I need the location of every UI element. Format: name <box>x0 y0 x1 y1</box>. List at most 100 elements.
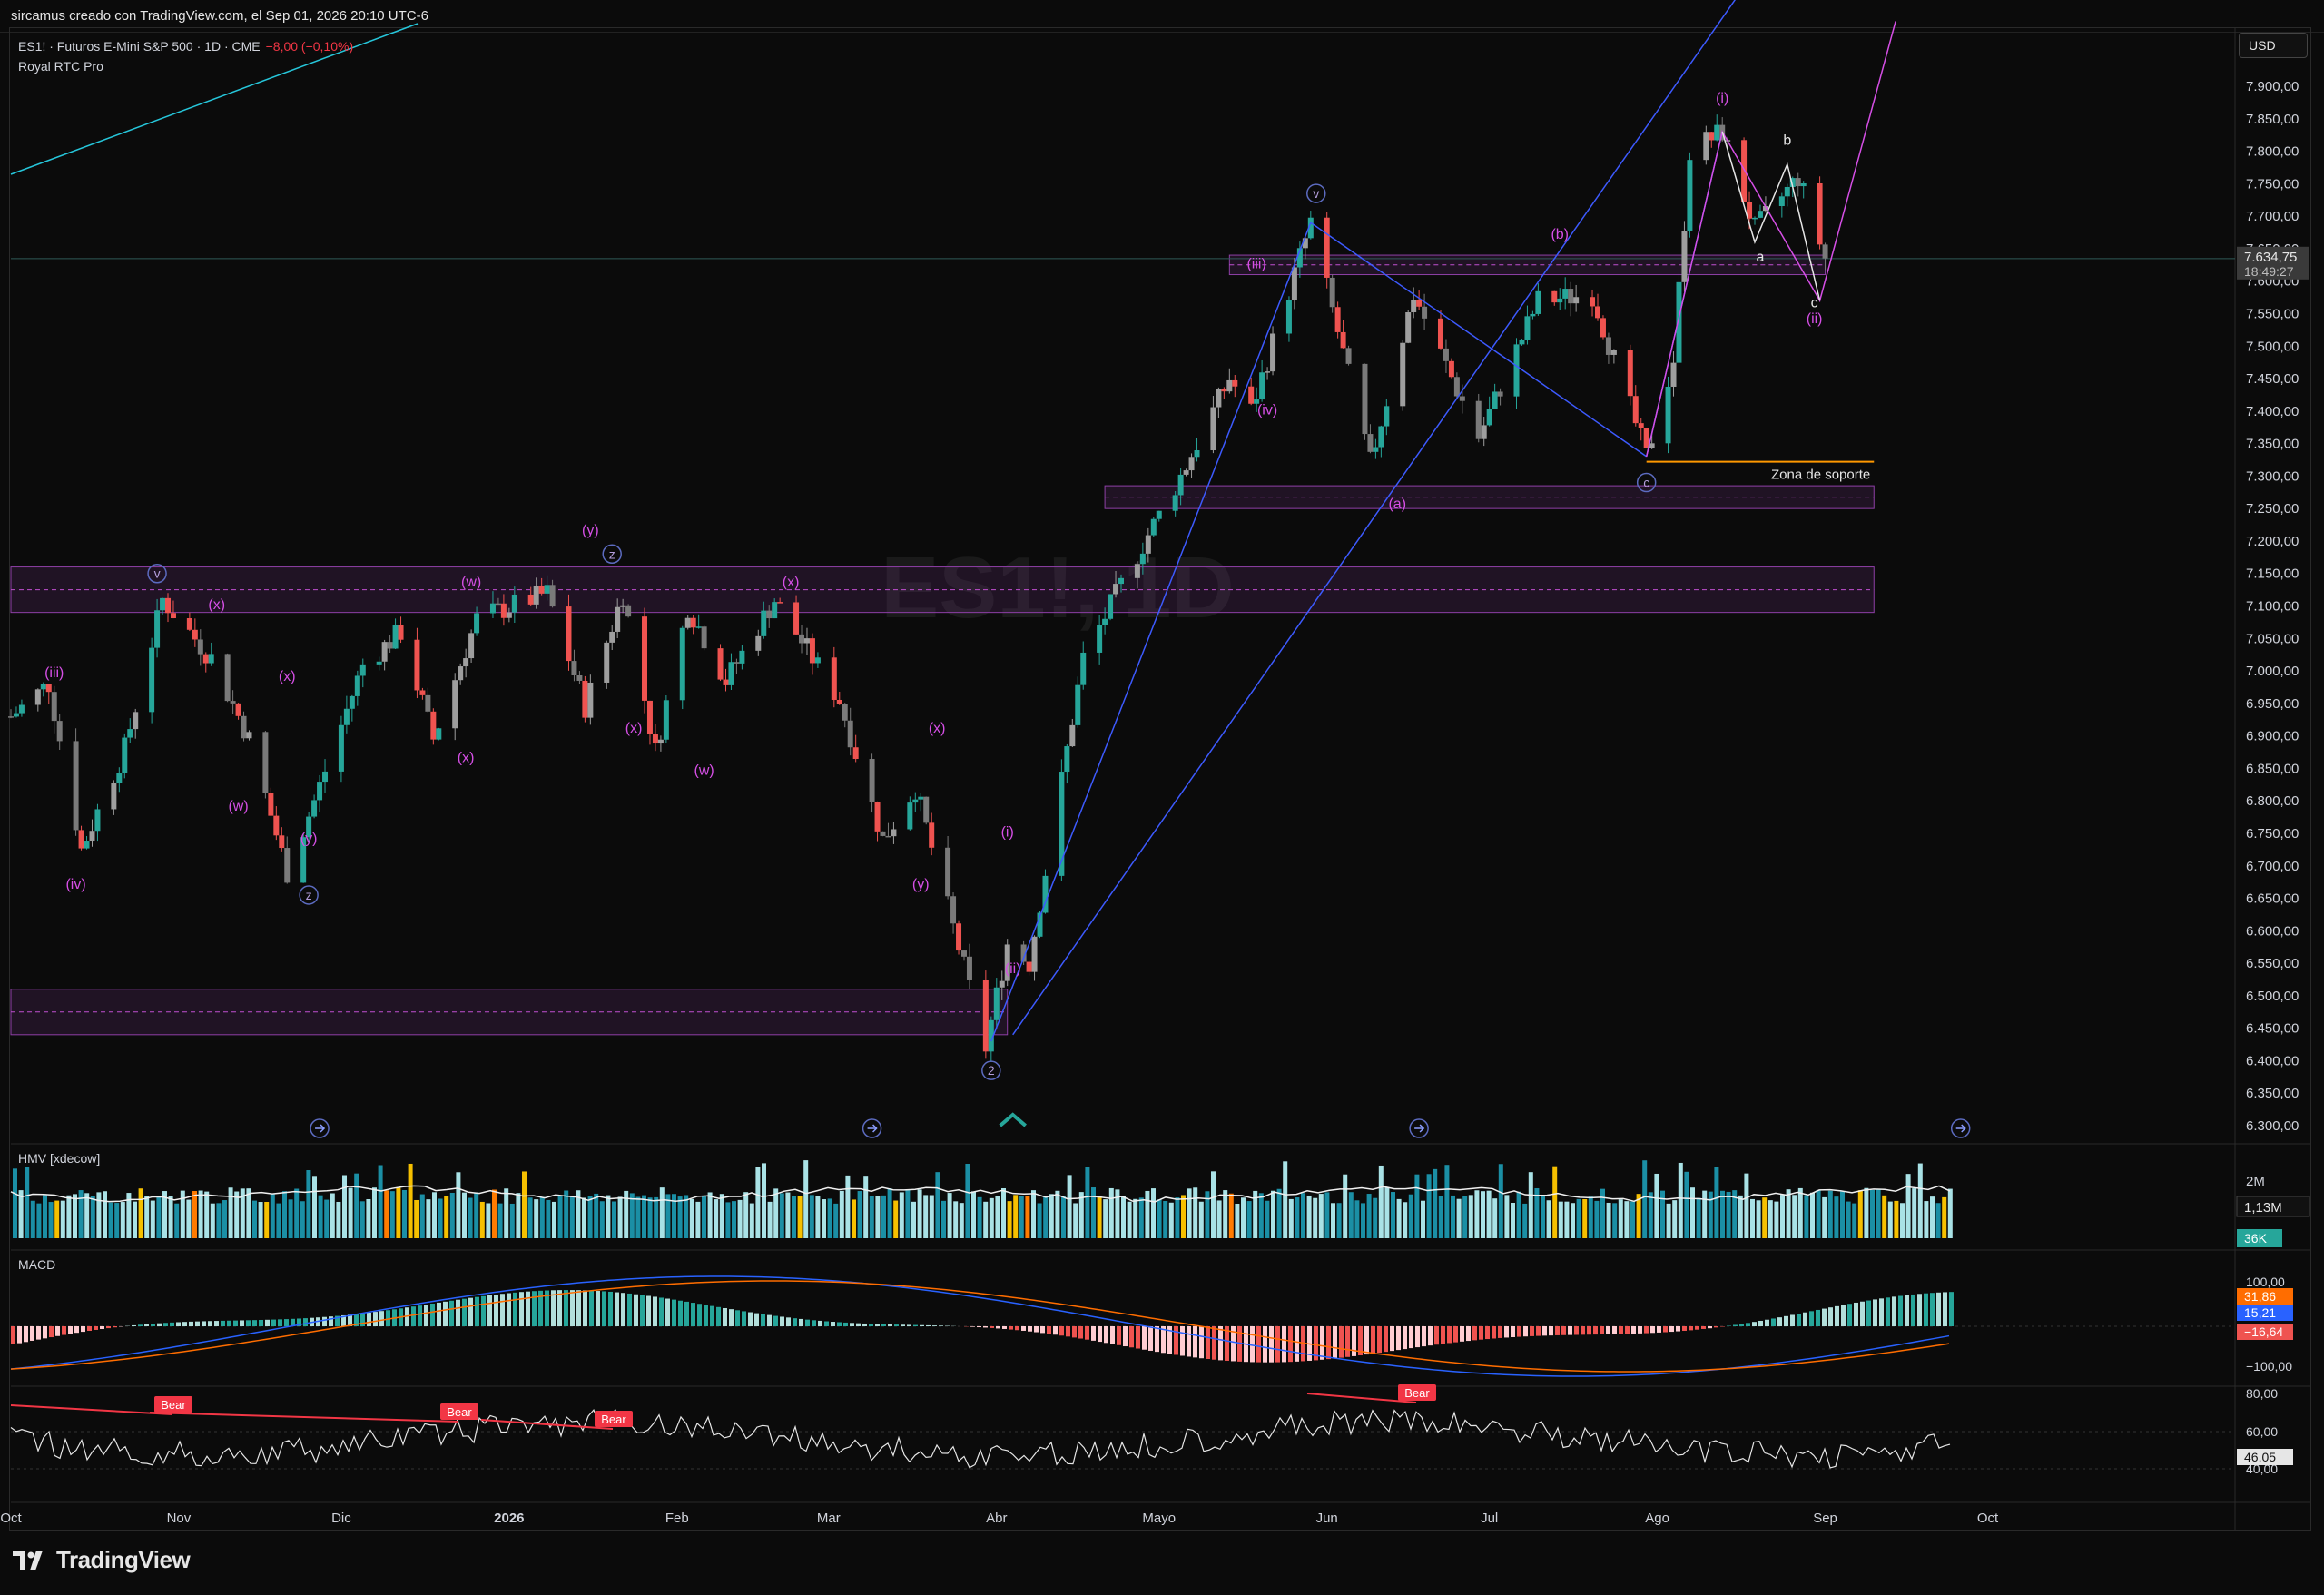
macd-histogram-bar <box>1708 1326 1712 1329</box>
volume-bar <box>1055 1190 1060 1238</box>
macd-histogram-bar <box>1943 1292 1947 1326</box>
volume-bar <box>1408 1194 1413 1238</box>
candle-body <box>874 802 881 832</box>
volume-bar <box>1198 1201 1204 1238</box>
price-tick-label: 6.550,00 <box>2246 956 2299 971</box>
volume-bar <box>419 1194 425 1238</box>
wave-label: (w) <box>694 763 714 779</box>
macd-histogram-bar <box>1472 1326 1477 1341</box>
macd-histogram-bar <box>570 1290 575 1326</box>
candle-body <box>1687 160 1693 231</box>
macd-histogram-bar <box>1790 1314 1795 1326</box>
change-label: −8,00 (−0,10%) <box>265 39 354 54</box>
volume-bar <box>815 1196 821 1238</box>
volume-bar <box>103 1191 107 1238</box>
macd-histogram-bar <box>49 1326 54 1338</box>
volume-bar <box>1678 1162 1683 1238</box>
macd-histogram-bar <box>411 1306 416 1326</box>
wave-label-minor: b <box>1783 133 1791 148</box>
volume-bar <box>1216 1200 1222 1238</box>
macd-histogram-bar <box>1568 1326 1572 1335</box>
volume-bar <box>336 1201 341 1238</box>
tradingview-logo[interactable]: TradingView <box>13 1546 191 1574</box>
volume-bar <box>797 1196 803 1238</box>
volume-bar <box>1456 1198 1462 1238</box>
candle-body <box>1064 746 1070 773</box>
candle-body <box>94 809 101 832</box>
macd-pane-title[interactable]: MACD <box>18 1257 55 1272</box>
macd-histogram-bar <box>1504 1326 1509 1338</box>
volume-bar <box>1822 1196 1827 1238</box>
volume-bar <box>186 1199 192 1238</box>
macd-histogram-bar <box>1409 1326 1413 1349</box>
wave-label: (ii) <box>1807 311 1823 327</box>
volume-bar <box>252 1200 257 1238</box>
candle-body <box>993 987 1000 1020</box>
volume-bar <box>923 1195 929 1238</box>
candle-body <box>907 802 913 830</box>
macd-histogram-bar <box>1689 1326 1693 1331</box>
macd-histogram-bar <box>970 1326 975 1327</box>
wave-label: (i) <box>1716 91 1728 106</box>
candle-body <box>359 664 366 676</box>
symbol-label[interactable]: ES1! · Futuros E-Mini S&P 500 · 1D · CME <box>18 39 261 54</box>
macd-histogram-bar <box>1669 1326 1674 1333</box>
indicator-label[interactable]: Royal RTC Pro <box>18 56 353 76</box>
volume-bar <box>719 1194 724 1238</box>
candle-body <box>1097 625 1103 653</box>
volume-bar <box>1672 1200 1678 1238</box>
candle-body <box>8 716 14 718</box>
macd-histogram-bar <box>113 1326 117 1328</box>
volume-bar <box>133 1201 137 1238</box>
macd-histogram-bar <box>1644 1326 1649 1334</box>
candle-body <box>1378 426 1384 448</box>
macd-histogram-bar <box>1498 1326 1502 1338</box>
volume-bar <box>1905 1174 1911 1238</box>
macd-histogram-bar <box>754 1313 759 1326</box>
macd-histogram-bar <box>1390 1326 1394 1352</box>
rsi-tick-label: 80,00 <box>2246 1386 2278 1401</box>
volume-bar <box>54 1200 60 1238</box>
macd-histogram-bar <box>1352 1326 1356 1356</box>
volume-bar <box>702 1196 706 1238</box>
price-tick-label: 6.450,00 <box>2246 1021 2299 1037</box>
volume-bar <box>1145 1190 1150 1238</box>
macd-histogram-bar <box>716 1306 721 1326</box>
macd-histogram-bar <box>1905 1295 1909 1326</box>
candle-body <box>154 610 161 648</box>
volume-bar <box>599 1201 605 1238</box>
candle-body <box>1329 277 1335 308</box>
candle-body <box>809 638 815 664</box>
macd-histogram-bar <box>94 1326 98 1330</box>
candle-body <box>891 829 897 837</box>
candle-body <box>1497 391 1503 397</box>
macd-histogram-bar <box>1212 1326 1216 1360</box>
macd-histogram-bar <box>1129 1326 1134 1348</box>
volume-pane-title[interactable]: HMV [xdecow] <box>18 1151 100 1166</box>
candle-body <box>1145 535 1151 554</box>
macd-histogram-bar <box>303 1318 308 1326</box>
macd-histogram-bar <box>1822 1308 1827 1326</box>
volume-bar <box>1283 1161 1288 1238</box>
volume-bar <box>1031 1190 1036 1238</box>
candle-body <box>1703 132 1709 161</box>
macd-histogram-bar <box>55 1326 60 1336</box>
volume-bar <box>989 1197 994 1238</box>
currency-button[interactable]: USD <box>2239 33 2308 58</box>
volume-bar <box>1726 1191 1731 1238</box>
chart-canvas[interactable]: ES1!, 1DZona de soporte(iii)(iv)(x)(w)(x… <box>0 0 2324 1595</box>
volume-bar <box>1797 1187 1803 1238</box>
candle-body <box>761 610 767 636</box>
candle-body <box>1757 211 1763 218</box>
macd-histogram-bar <box>1930 1293 1935 1326</box>
volume-bar <box>1223 1190 1228 1238</box>
macd-histogram-bar <box>1682 1326 1687 1331</box>
macd-histogram-bar <box>1256 1326 1261 1363</box>
wave-label: (i) <box>1001 825 1014 841</box>
volume-bar <box>288 1199 293 1238</box>
candle-body <box>170 613 176 619</box>
volume-bar <box>809 1195 814 1238</box>
candle-body <box>1752 217 1758 220</box>
buy-signal-arrow-icon <box>999 1112 1027 1127</box>
price-tick-label: 7.150,00 <box>2246 566 2299 582</box>
